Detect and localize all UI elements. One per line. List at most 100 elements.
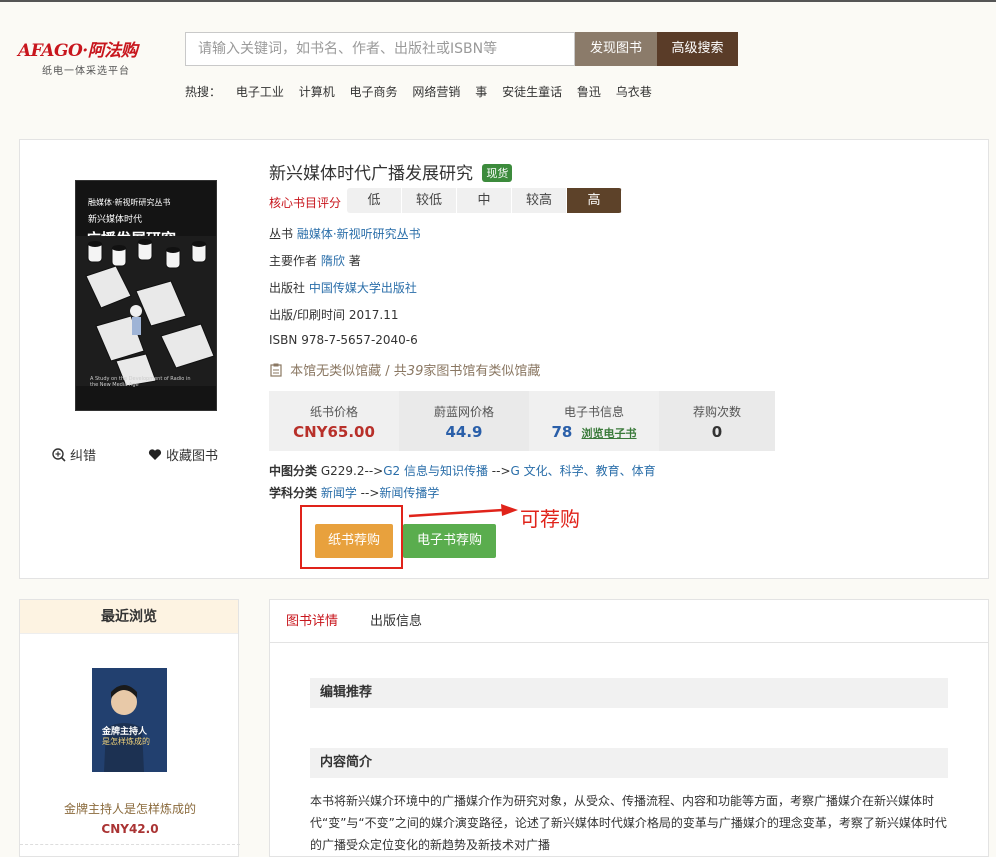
recent-book-cover[interactable]: 金牌主持人 是怎样炼成的 bbox=[92, 668, 167, 772]
paper-price-value: CNY65.00 bbox=[293, 423, 375, 441]
rating-level: 较低 bbox=[402, 188, 457, 213]
subject-row: 学科分类 新闻学 -->新闻传播学 bbox=[269, 484, 439, 501]
hot-term[interactable]: 计算机 bbox=[299, 85, 335, 99]
site-logo[interactable]: AFAGO·阿法购 纸电一体采选平台 bbox=[18, 36, 168, 77]
hot-term[interactable]: 乌衣巷 bbox=[616, 85, 652, 99]
author-link[interactable]: 隋欣 bbox=[321, 254, 345, 268]
ebook-info-col: 电子书信息 78 浏览电子书 bbox=[529, 391, 659, 451]
hot-search-label: 热搜： bbox=[185, 85, 222, 99]
subject-link-journalism[interactable]: 新闻学 bbox=[321, 486, 357, 500]
recommend-count-label: 荐购次数 bbox=[692, 405, 741, 419]
author-row: 主要作者 隋欣 著 bbox=[269, 252, 361, 269]
recent-divider bbox=[20, 844, 240, 845]
weilan-price-col: 蔚蓝网价格 44.9 bbox=[399, 391, 529, 451]
series-link[interactable]: 融媒体·新视听研究丛书 bbox=[297, 227, 421, 241]
hot-term[interactable]: 事 bbox=[475, 85, 487, 99]
detail-tabs: 图书详情 出版信息 bbox=[270, 600, 988, 643]
isbn-label: ISBN bbox=[269, 333, 298, 347]
content-summary-heading: 内容简介 bbox=[310, 748, 948, 778]
pubdate-row: 出版/印刷时间 2017.11 bbox=[269, 306, 399, 323]
rating-level-active: 高 bbox=[567, 188, 622, 213]
subject-link-communication[interactable]: 新闻传播学 bbox=[379, 486, 439, 500]
clc-value-a: G229.2--> bbox=[320, 464, 384, 478]
hot-term[interactable]: 网络营销 bbox=[412, 85, 460, 99]
hot-term[interactable]: 电子商务 bbox=[350, 85, 398, 99]
book-info-panel: 融媒体·新视听研究丛书 新兴媒体时代 广播发展研究 bbox=[19, 139, 989, 579]
favorite-button[interactable]: 收藏图书 bbox=[148, 445, 218, 464]
publisher-link[interactable]: 中国传媒大学出版社 bbox=[309, 281, 417, 295]
core-rating-scale: 低 较低 中 较高 高 bbox=[347, 188, 622, 213]
search-input[interactable] bbox=[185, 32, 575, 66]
recently-viewed-panel: 最近浏览 金牌主持人 是怎样炼成的 金牌主持人是怎样炼成的 CNY42.0 bbox=[19, 599, 240, 857]
holding-note-a: 本馆无类似馆藏 / 共 bbox=[290, 364, 407, 379]
series-row: 丛书 融媒体·新视听研究丛书 bbox=[269, 225, 421, 242]
isbn-value: 978-7-5657-2040-6 bbox=[301, 333, 418, 347]
hot-search-bar: 热搜： 电子工业 计算机 电子商务 网络营销 事 安徒生童话 鲁迅 乌衣巷 bbox=[185, 83, 663, 100]
holding-note-b: 家图书馆有类似馆藏 bbox=[423, 364, 541, 379]
ebook-info-value-row: 78 浏览电子书 bbox=[529, 423, 659, 441]
paper-recommend-button[interactable]: 纸书荐购 bbox=[315, 524, 393, 558]
book-detail-panel: 图书详情 出版信息 编辑推荐 内容简介 本书将新兴媒介环境中的广播媒介作为研究对… bbox=[269, 599, 989, 857]
correct-label: 纠错 bbox=[70, 449, 97, 464]
logo-slogan: 纸电一体采选平台 bbox=[42, 66, 130, 77]
cover-series-text: 融媒体·新视听研究丛书 bbox=[88, 198, 171, 207]
cover-illustration bbox=[76, 236, 216, 386]
book-title: 新兴媒体时代广播发展研究 现货 bbox=[269, 159, 513, 184]
logo-brand: AFAGO·阿法购 bbox=[18, 41, 138, 61]
stock-badge: 现货 bbox=[482, 164, 513, 182]
discover-books-button[interactable]: 发现图书 bbox=[575, 32, 657, 66]
paper-price-col: 纸书价格 CNY65.00 bbox=[269, 391, 399, 451]
editor-recommend-heading: 编辑推荐 bbox=[310, 678, 948, 708]
top-border bbox=[0, 0, 996, 2]
recent-cover-text-b: 是怎样炼成的 bbox=[102, 737, 150, 746]
clipboard-icon bbox=[270, 363, 282, 377]
cover-title-small: 新兴媒体时代 bbox=[88, 215, 143, 225]
tab-book-details[interactable]: 图书详情 bbox=[270, 600, 354, 642]
magnifier-plus-icon bbox=[52, 447, 66, 462]
recent-cover-art bbox=[92, 668, 167, 772]
author-label: 主要作者 bbox=[269, 254, 318, 268]
holding-count: 39 bbox=[406, 364, 424, 379]
ebook-recommend-button[interactable]: 电子书荐购 bbox=[403, 524, 496, 558]
content-summary-text: 本书将新兴媒介环境中的广播媒介作为研究对象，从受众、传播流程、内容和功能等方面，… bbox=[310, 794, 947, 852]
subject-label: 学科分类 bbox=[269, 486, 318, 500]
author-suffix: 著 bbox=[348, 254, 361, 268]
weilan-price-value: 44.9 bbox=[445, 423, 483, 441]
pubdate-value: 2017.11 bbox=[348, 308, 399, 322]
recommend-count-value: 0 bbox=[711, 423, 723, 441]
browse-ebook-link[interactable]: 浏览电子书 bbox=[582, 427, 637, 440]
clc-row: 中图分类 G229.2-->G2 信息与知识传播 -->G 文化、科学、教育、体… bbox=[269, 462, 656, 479]
book-cover: 融媒体·新视听研究丛书 新兴媒体时代 广播发展研究 bbox=[75, 180, 217, 411]
holding-note: 本馆无类似馆藏 / 共39家图书馆有类似馆藏 bbox=[270, 360, 540, 379]
clc-link-g2[interactable]: G2 信息与知识传播 bbox=[383, 464, 488, 478]
recent-book-title[interactable]: 金牌主持人是怎样炼成的 bbox=[20, 800, 240, 817]
advanced-search-button[interactable]: 高级搜索 bbox=[657, 32, 738, 66]
hot-term[interactable]: 鲁迅 bbox=[577, 85, 601, 99]
price-box: 纸书价格 CNY65.00 蔚蓝网价格 44.9 电子书信息 78 浏览电子书 … bbox=[269, 391, 775, 451]
rating-level: 低 bbox=[347, 188, 402, 213]
weilan-price-label: 蔚蓝网价格 bbox=[433, 405, 494, 419]
paper-price-label: 纸书价格 bbox=[309, 405, 358, 419]
recently-viewed-heading: 最近浏览 bbox=[20, 600, 238, 634]
annotation-arrow-icon bbox=[408, 504, 518, 518]
correct-button[interactable]: 纠错 bbox=[52, 445, 96, 464]
heart-icon bbox=[148, 449, 162, 460]
core-rating-label: 核心书目评分 bbox=[269, 196, 342, 210]
hot-term[interactable]: 安徒生童话 bbox=[502, 85, 562, 99]
recent-book-price: CNY42.0 bbox=[101, 822, 159, 836]
rating-level: 中 bbox=[457, 188, 512, 213]
rating-level: 较高 bbox=[512, 188, 567, 213]
clc-link-g[interactable]: G 文化、科学、教育、体育 bbox=[511, 464, 656, 478]
publisher-label: 出版社 bbox=[269, 281, 306, 295]
ebook-info-label: 电子书信息 bbox=[563, 405, 624, 419]
series-label: 丛书 bbox=[269, 227, 294, 241]
subject-arrow: --> bbox=[356, 486, 380, 500]
clc-label: 中图分类 bbox=[269, 464, 318, 478]
tab-publication-info[interactable]: 出版信息 bbox=[354, 600, 438, 642]
hot-term[interactable]: 电子工业 bbox=[236, 85, 284, 99]
annotation-text: 可荐购 bbox=[520, 507, 580, 531]
ebook-price-value: 78 bbox=[551, 423, 573, 441]
pubdate-label: 出版/印刷时间 bbox=[269, 308, 346, 322]
clc-value-c: --> bbox=[487, 464, 511, 478]
cover-subtitle: A Study on the Development of Radio in t… bbox=[90, 376, 191, 388]
